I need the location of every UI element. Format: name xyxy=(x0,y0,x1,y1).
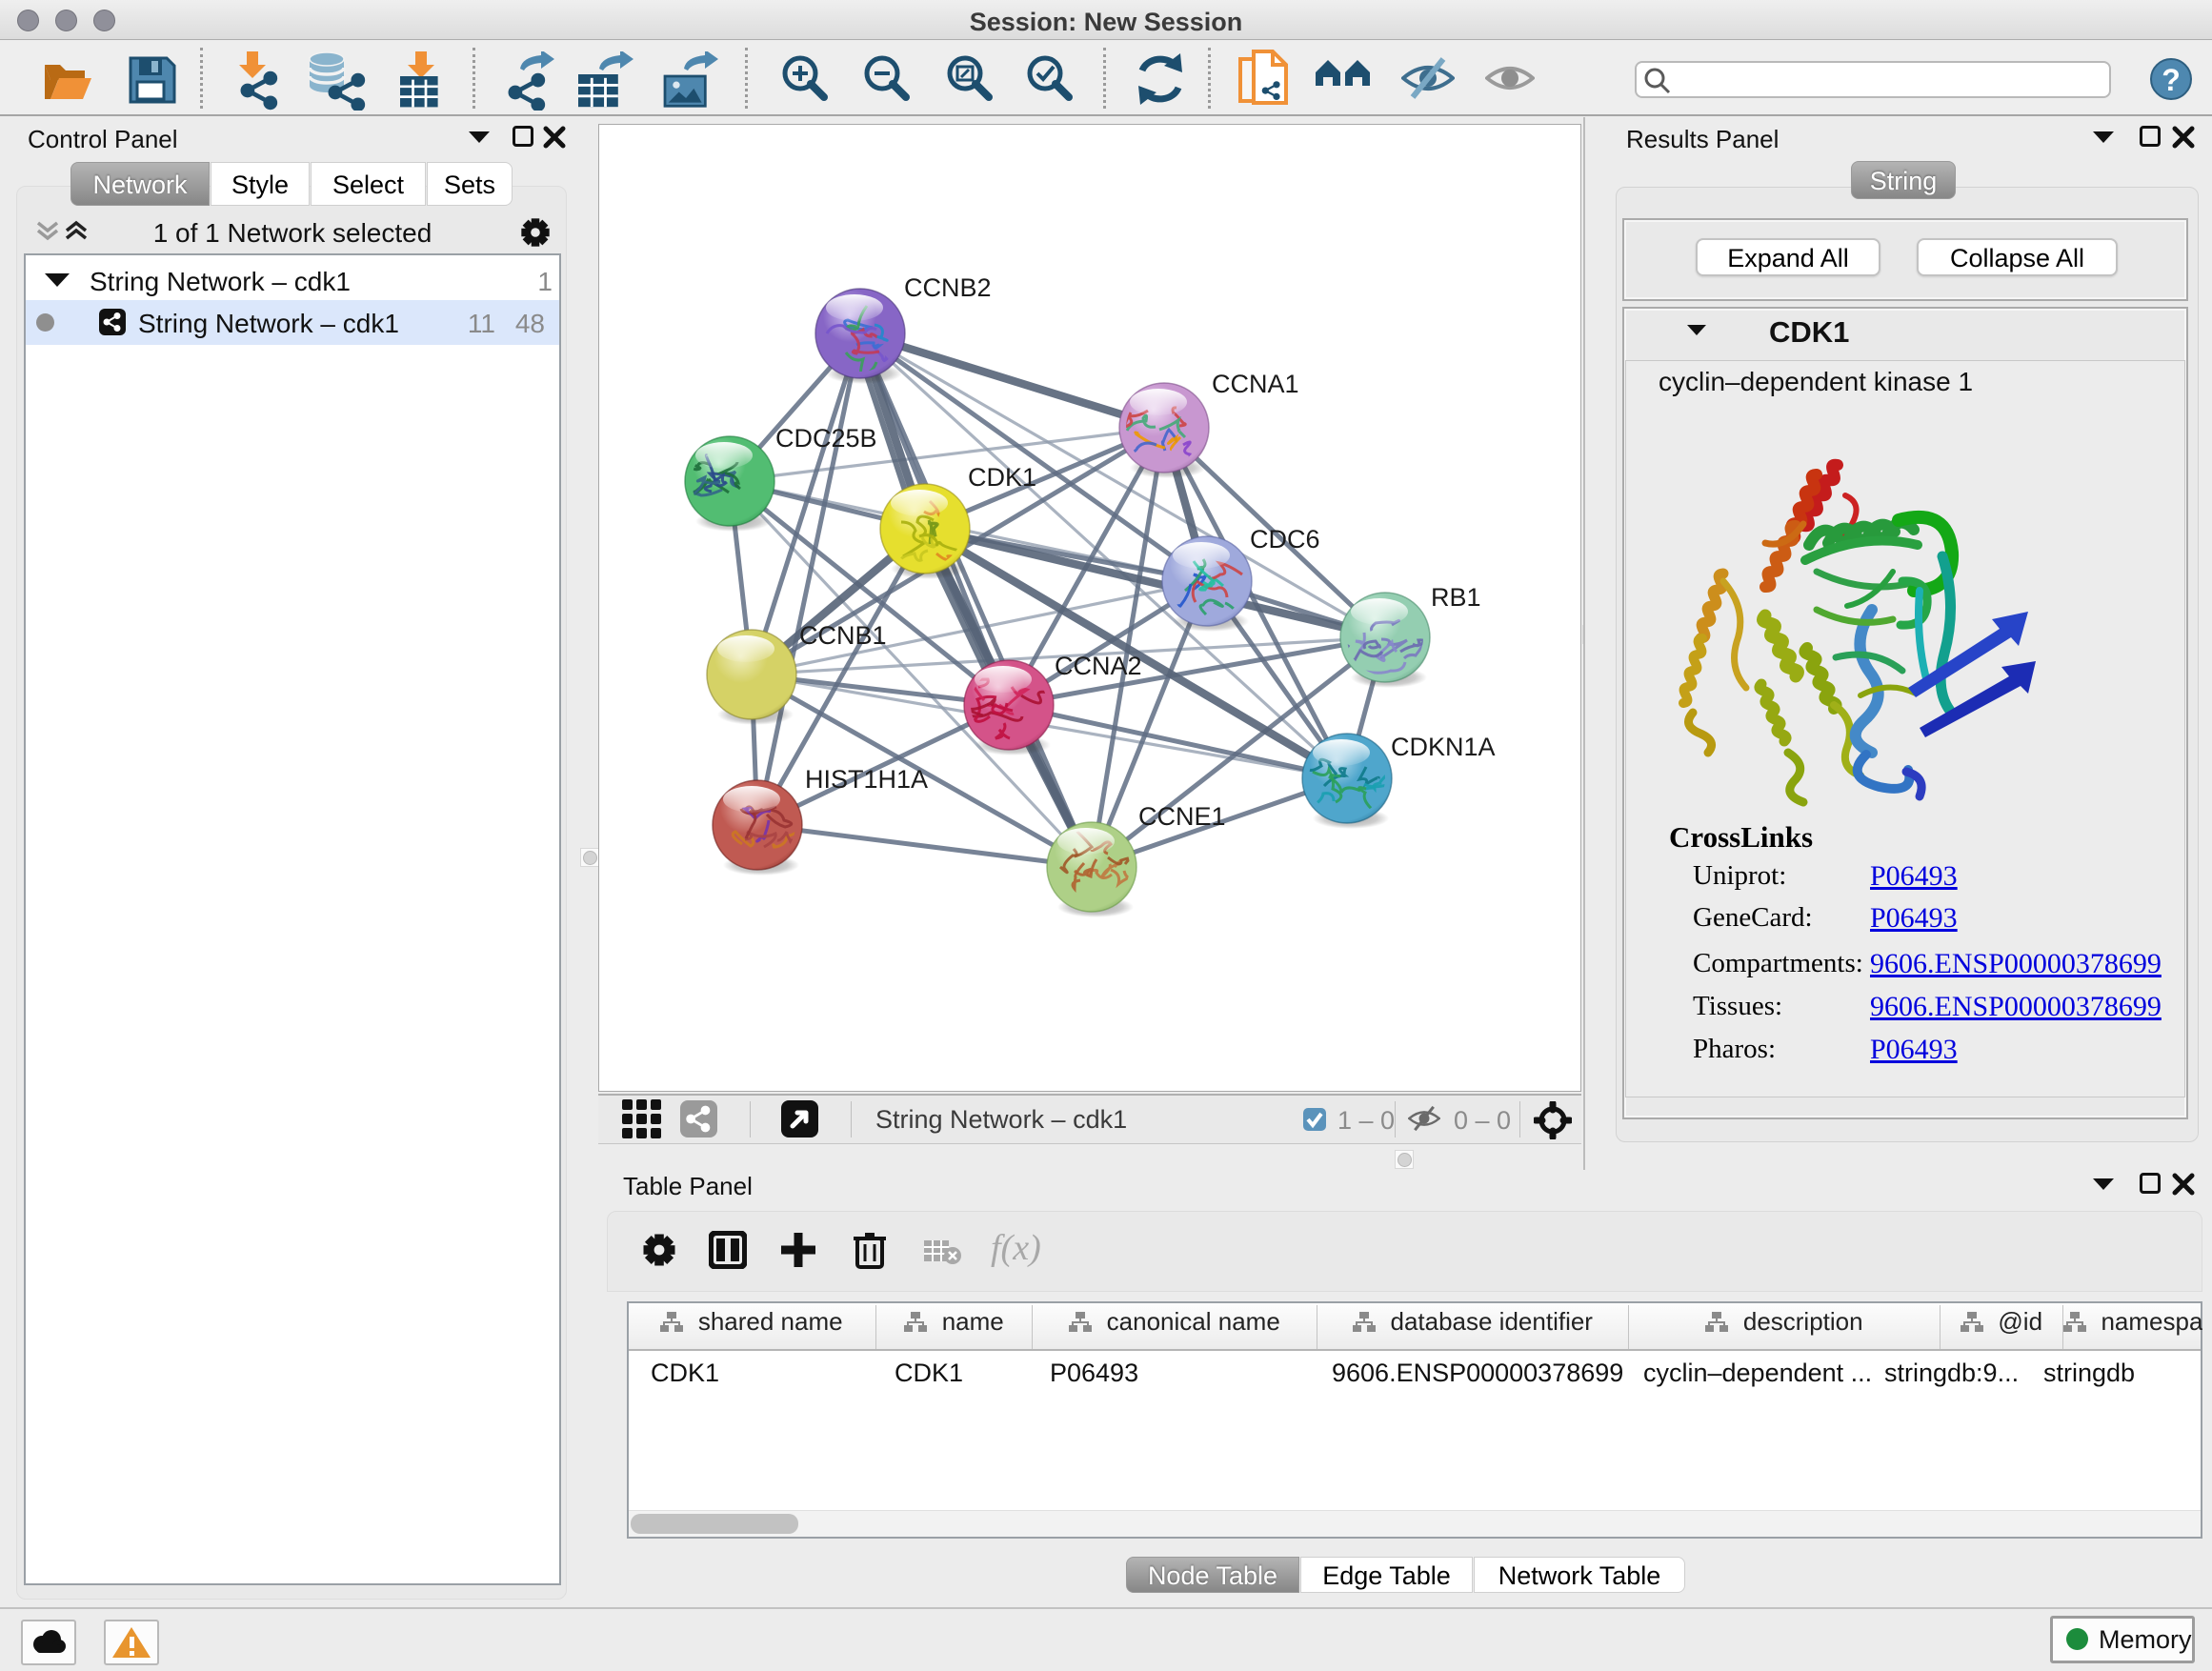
svg-text:CCNB1: CCNB1 xyxy=(799,621,887,650)
svg-text:RB1: RB1 xyxy=(1431,583,1481,612)
svg-text:CDC6: CDC6 xyxy=(1250,525,1320,554)
svg-text:CDC25B: CDC25B xyxy=(775,424,877,453)
svg-text:CDKN1A: CDKN1A xyxy=(1391,733,1496,761)
svg-text:CCNA1: CCNA1 xyxy=(1212,370,1299,398)
svg-text:CDK1: CDK1 xyxy=(968,463,1036,492)
svg-text:HIST1H1A: HIST1H1A xyxy=(805,765,928,794)
svg-text:CCNA2: CCNA2 xyxy=(1055,652,1142,680)
svg-text:CCNB2: CCNB2 xyxy=(904,273,992,302)
svg-text:CCNE1: CCNE1 xyxy=(1138,802,1226,831)
